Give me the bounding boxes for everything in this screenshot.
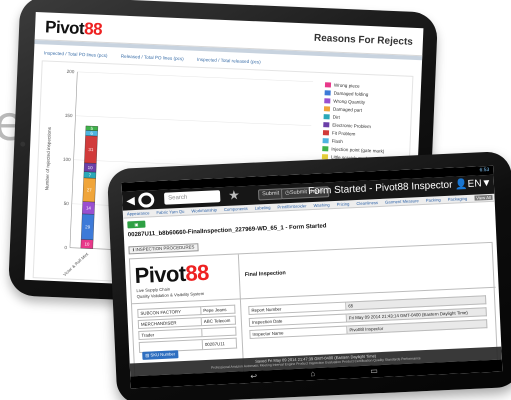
tab-washing[interactable]: Washing [313,202,329,208]
y-tick-label: 0 [64,245,67,250]
link-inspected-total[interactable]: Inspected / Total PO lines (pcs) [44,50,108,58]
left-fields: SUBCON FACTORY Pepe Jeans MERCHANDISER A… [137,304,238,360]
tab-appearance[interactable]: Appearance [127,210,150,216]
field-value[interactable]: ABC Telecom [201,315,237,327]
legend-label: Fit Problem [331,130,356,137]
barcode-icon: ▤ [145,352,150,358]
camera-dot [20,141,26,147]
sku-cell: ▤ SKU Number [138,339,204,360]
info-icon: ℹ [132,247,135,253]
bar-value-label: 14 [86,205,92,210]
legend-swatch [324,98,331,104]
home-icon[interactable]: ⌂ [310,369,315,378]
tab-packing[interactable]: Packing [426,197,441,203]
recent-apps-icon[interactable]: ▭ [370,366,378,375]
legend-label: Flash [331,138,343,145]
sku-number-button[interactable]: ▤ SKU Number [142,350,179,360]
save-icon: ▣ [134,221,139,228]
user-icon[interactable]: 👤 [455,179,468,191]
legend-swatch [322,130,330,136]
sku-value[interactable]: 00287U11 [202,337,238,351]
inspector-screen: 6:53 ◀ Search ★ Submit ◷Submit Urgent Fo… [121,165,503,389]
bar-value-label: 31 [88,147,94,152]
back-icon[interactable]: ↩ [250,372,257,381]
gridline [77,71,314,82]
field-label: Inspector Name [249,325,348,339]
inspection-procedures-button[interactable]: ℹ INSPECTION PROCEDURES [128,243,199,255]
legend-label: Electronic Problem [332,122,371,130]
legend-swatch [323,122,330,128]
bar-value-label: 10 [88,165,94,170]
y-tick-label: 150 [65,113,73,118]
locale-selector[interactable]: EN [467,178,481,190]
tab-garment-measure[interactable]: Garment Measure [385,198,419,205]
legend-label: Damaged part [332,106,363,113]
status-clock: 6:53 [479,166,490,174]
legend-label: Wrong piece [333,82,360,89]
bar-value-label: 27 [87,187,93,192]
link-released-total[interactable]: Released / Total PO lines (pcs) [121,54,184,62]
legend-swatch [324,90,331,96]
link-inspected-released[interactable]: Inspected / Total released (pcs) [197,57,261,65]
dashboard-gauge-icon[interactable] [137,192,155,208]
y-tick-label: 50 [64,201,70,206]
y-tick-label: 100 [63,157,71,162]
sku-row: ▤ SKU Number 00287U11 [138,337,238,360]
search-input[interactable]: Search [163,190,221,205]
legend-label: Damaged folding [333,90,369,98]
tab-packaging[interactable]: Packaging [448,196,468,202]
field-label: Report Number [248,301,347,316]
y-tick-label: 200 [67,69,75,74]
gridline [75,115,312,126]
legend-swatch [322,138,329,144]
page-title: Reasons For Rejects [313,32,414,48]
legend-swatch [323,114,330,120]
form-logo: Pivot88 [134,259,210,289]
form-title: Final Inspection [244,270,286,279]
green-submit-button[interactable]: ▣ Submit [127,220,146,234]
legend-label: Wrong Quantity [333,98,366,105]
legend-swatch [323,106,331,112]
tab-pricing[interactable]: Pricing [337,201,350,207]
star-icon[interactable]: ★ [228,187,240,204]
form-heading: 00287U11_b8b60660-FinalInspection_227969… [127,223,327,239]
tab-workmanship[interactable]: Workmanship [191,207,217,213]
field-label: MERCHANDISER [137,317,203,330]
tab-view-all[interactable]: View All [474,194,493,201]
bar-value-label: 29 [85,224,91,229]
back-arrow-icon[interactable]: ◀ [126,194,135,207]
field-label: SUBCON FACTORY [137,306,202,319]
tab-components[interactable]: Components [224,206,248,212]
tab-fabric-yarn-qu[interactable]: Fabric Yarn Qu [156,209,184,215]
y-axis-label: Number of rejected inspections [44,126,52,190]
x-tick-label: Victor & Rolf Mint [62,251,90,277]
pivot88-logo: Pivot88 [44,17,103,39]
submit-button[interactable]: Submit [257,188,284,201]
right-fields: Report Number 65 Inspection Date Fri May… [248,295,488,342]
legend-swatch [322,146,329,152]
field-label: Trader [138,328,203,341]
front-tablet: 6:53 ◀ Search ★ Submit ◷Submit Urgent Fo… [106,150,511,400]
field-value[interactable]: Pepe Jeans [201,304,236,316]
tab-print-embroider[interactable]: Print/Embroider [277,203,306,209]
tab-cleanliness[interactable]: Cleanliness [356,200,378,206]
legend-label: Dirt [332,114,340,120]
tab-labeling[interactable]: Labeling [255,205,271,211]
legend-swatch [324,82,332,88]
legend-label: Injection point (gate mark) [331,146,385,154]
field-label: Inspection Date [248,313,348,327]
chevron-down-icon[interactable]: ▼ [481,178,491,189]
field-value[interactable] [202,326,237,338]
bar-value-label: 10 [84,241,90,246]
